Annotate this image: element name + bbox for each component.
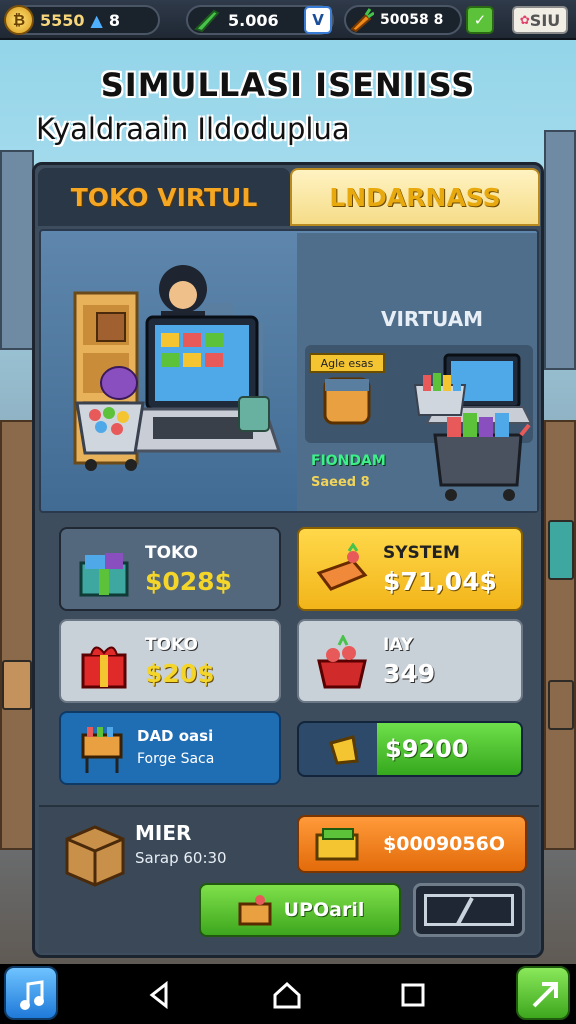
carrot-icon xyxy=(350,8,374,33)
fruit-basket-icon xyxy=(317,635,367,689)
card-value: $71,04$ xyxy=(383,567,497,596)
menu-label: SIU xyxy=(529,10,561,30)
card-system[interactable]: SYSTEM $71,04$ xyxy=(297,527,523,611)
bg-box xyxy=(548,520,574,580)
cart-icon xyxy=(81,727,123,773)
card-iay[interactable]: IAY 349 xyxy=(297,619,523,703)
home-icon[interactable] xyxy=(270,978,304,1012)
bottom-strip: MIER Sarap 60:30 $0009056O UPOaril xyxy=(39,805,539,953)
card-label: SYSTEM xyxy=(383,543,460,563)
card-toko-1[interactable]: TOKO $028$ xyxy=(59,527,281,611)
item-sublabel: Sarap 60:30 xyxy=(135,849,227,867)
leaf-icon xyxy=(194,9,220,33)
slash-icon xyxy=(456,897,474,925)
tab-lndarnass[interactable]: LNDARNASS xyxy=(290,168,540,226)
coin-icon: ₿ xyxy=(4,5,34,35)
bg-shelf xyxy=(0,420,34,850)
upgrade-label: UPOaril xyxy=(283,899,365,921)
bg-box xyxy=(548,680,574,730)
side-right-button[interactable] xyxy=(516,966,570,1020)
buy-button-label: $0009056O xyxy=(383,833,505,855)
recents-icon[interactable] xyxy=(396,978,430,1012)
buy-button[interactable]: $0009056O xyxy=(297,815,527,873)
main-panel: TOKO VIRTUL LNDARNASS VIRTUAM Agle esas … xyxy=(32,162,544,958)
coin-counter[interactable]: ₿ 5550 ▲ 8 xyxy=(4,5,160,35)
card-toko-2[interactable]: TOKO $20$ xyxy=(59,619,281,703)
side-left-button[interactable] xyxy=(4,966,58,1020)
card-sublabel: Forge Saca xyxy=(137,751,215,767)
upgrade-button[interactable]: UPOaril xyxy=(199,883,401,937)
price-bar[interactable]: $9200 xyxy=(297,721,523,777)
check-button[interactable]: V xyxy=(304,6,332,34)
system-navbar xyxy=(0,964,576,1024)
carrot-value: 50058 8 xyxy=(380,12,444,28)
tag-icon xyxy=(329,735,359,765)
coin-value: 5550 xyxy=(40,10,85,30)
bag-icon: ▲ xyxy=(90,10,103,30)
music-note-icon xyxy=(20,980,44,1010)
gift-icon xyxy=(81,646,127,689)
card-label: DAD oasi xyxy=(137,727,214,745)
scene-sublabel: Saeed 8 xyxy=(311,475,370,490)
menu-button[interactable]: ✿ SIU xyxy=(512,6,568,34)
bg-building xyxy=(0,150,34,350)
gear-icon: ✿ xyxy=(519,13,530,27)
carrot-counter[interactable]: 50058 8 xyxy=(344,5,462,35)
gift-box-icon xyxy=(79,553,129,597)
confirm-check-icon[interactable]: ✓ xyxy=(466,6,494,34)
shopping-cart-icon xyxy=(433,413,531,501)
card-dad[interactable]: DAD oasi Forge Saca xyxy=(59,711,281,785)
cake-icon xyxy=(316,543,368,591)
back-icon[interactable] xyxy=(142,978,176,1012)
bg-building xyxy=(544,130,576,370)
upgrade-box-icon xyxy=(238,895,272,926)
box-icon xyxy=(65,825,125,887)
scene-title: VIRTUAM xyxy=(381,307,484,331)
cash-icon xyxy=(315,828,359,861)
tab-toko-virtual[interactable]: TOKO VIRTUL xyxy=(38,168,290,226)
game-title: SIMULLASI ISENIISS xyxy=(100,66,476,104)
card-label: TOKO xyxy=(145,635,198,655)
game-subtitle: Kyaldraain Ildoduplua xyxy=(36,112,350,146)
shop-illustration xyxy=(73,265,282,471)
price-value: $9200 xyxy=(385,735,469,763)
card-value: 349 xyxy=(383,659,436,688)
store-scene: VIRTUAM Agle esas FIONDAM Saeed 8 xyxy=(39,229,539,513)
slash-button[interactable] xyxy=(413,883,525,937)
gem-value: 5.006 xyxy=(228,10,279,30)
item-label: MIER xyxy=(135,821,192,845)
card-label: TOKO xyxy=(145,543,198,563)
coin-extra: 8 xyxy=(108,10,120,30)
bg-box xyxy=(2,660,32,710)
send-arrow-icon xyxy=(532,982,558,1008)
card-label: IAY xyxy=(383,635,414,655)
scene-label: FIONDAM xyxy=(311,453,386,469)
card-value: $028$ xyxy=(145,567,232,596)
top-hud: ₿ 5550 ▲ 8 5.006 V 50058 8 ✓ ✿ SIU xyxy=(0,0,576,40)
card-value: $20$ xyxy=(145,659,215,688)
bg-shelf xyxy=(544,420,576,850)
